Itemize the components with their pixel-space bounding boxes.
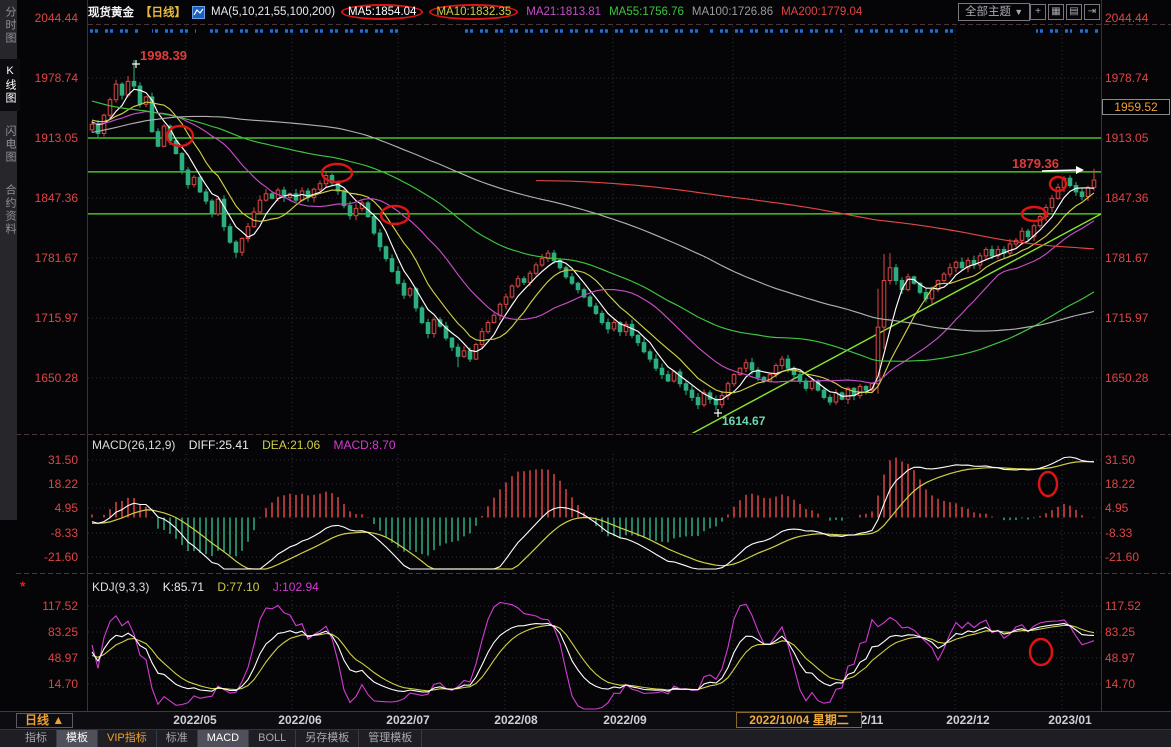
sidebar: 分时图 K线图闪电图合约资料 [0, 0, 17, 520]
macd-params: MACD(26,12,9) [92, 438, 175, 452]
high-label: 1998.39 [140, 48, 187, 63]
axis-label-left: -8.33 [14, 526, 78, 540]
x-axis-label: 2022/05 [165, 713, 225, 727]
axis-label-left: 1715.97 [14, 311, 78, 325]
axis-label-left: 4.95 [14, 501, 78, 515]
trading-app-window: 1998.39 1879.36 1614.67 分时图 K线图闪电图合约资料 现货黄金… [0, 0, 1171, 747]
kdj-pane-header[interactable]: KDJ(9,3,3) K:85.71 D:77.10 J:102.94 [92, 580, 329, 594]
indicator-tab-bar: 指标模板VIP指标标准MACDBOLL另存模板管理模板 [0, 729, 1171, 747]
axis-label-right: 83.25 [1105, 625, 1169, 639]
axis-label-left: 117.52 [14, 599, 78, 613]
axis-label-left: 1781.67 [14, 251, 78, 265]
bottom-tab-BOLL[interactable]: BOLL [249, 730, 296, 747]
gridlines [88, 26, 1101, 710]
recent-high-label: 1879.36 [1012, 156, 1059, 171]
axis-label-right: 31.50 [1105, 453, 1169, 467]
axis-label-left: 83.25 [14, 625, 78, 639]
bottom-tab-MACD[interactable]: MACD [198, 730, 249, 747]
kdj-d-value: D:77.10 [217, 580, 259, 594]
axis-label-right: 4.95 [1105, 501, 1169, 515]
ma-legend-item: MA5:1854.04 [341, 4, 423, 20]
axis-label-left: 14.70 [14, 677, 78, 691]
x-axis-label: 2022/07 [378, 713, 438, 727]
ma-legend-item: MA(5,10,21,55,100,200) [211, 6, 335, 18]
axis-label-right: 1847.36 [1105, 191, 1169, 205]
minimized-pane-dots[interactable] [90, 28, 1098, 34]
sidebar-tab-闪电图[interactable]: 闪电图 [0, 119, 20, 170]
macd-diff-value: DIFF:25.41 [189, 438, 249, 452]
sidebar-tab-K线图[interactable]: K线图 [0, 59, 20, 111]
axis-label-right: 1781.67 [1105, 251, 1169, 265]
axis-label-right: 14.70 [1105, 677, 1169, 691]
alert-marker-icon[interactable]: * [20, 578, 25, 594]
ma-legend-item: MA10:1832.35 [429, 4, 518, 20]
ma-legend-item: MA200:1779.04 [781, 6, 862, 18]
axis-label-right: 1978.74 [1105, 71, 1169, 85]
bottom-tab-VIP指标[interactable]: VIP指标 [98, 730, 157, 747]
macd-pane-header[interactable]: MACD(26,12,9) DIFF:25.41 DEA:21.06 MACD:… [92, 438, 406, 452]
x-axis-label: 2022/12 [938, 713, 998, 727]
ma-legend-item: MA55:1756.76 [609, 6, 684, 18]
axis-label-right: 1715.97 [1105, 311, 1169, 325]
axis-label-right: 48.97 [1105, 651, 1169, 665]
x-axis-label: 2023/01 [1040, 713, 1100, 727]
grid-scale-icon[interactable]: ▦ [1048, 4, 1064, 20]
theme-dropdown[interactable]: 全部主题 ▼ [958, 3, 1030, 21]
bottom-tab-模板[interactable]: 模板 [57, 730, 98, 747]
axis-label-left: 2044.44 [14, 11, 78, 25]
cursor-price-badge: 1959.52 [1102, 99, 1170, 115]
ma-legend-item: MA21:1813.81 [526, 6, 601, 18]
line-chart-icon [192, 6, 205, 19]
ma-legend-item: MA100:1726.86 [692, 6, 773, 18]
indicator-pane-icon[interactable]: ▤ [1066, 4, 1082, 20]
bottom-tab-管理模板[interactable]: 管理模板 [359, 730, 422, 747]
crosshair-icon[interactable]: + [1030, 4, 1046, 20]
symbol-title: 现货黄金 [88, 4, 134, 20]
kdj-params: KDJ(9,3,3) [92, 580, 149, 594]
chevron-down-icon: ▼ [1014, 7, 1023, 17]
theme-dropdown-label: 全部主题 [965, 6, 1011, 18]
candlestick-plot[interactable] [88, 60, 1101, 440]
axis-label-right: 2044.44 [1105, 11, 1169, 25]
x-axis-label: 2022/09 [595, 713, 655, 727]
x-axis-label: 2022/06 [270, 713, 330, 727]
axis-label-left: 1978.74 [14, 71, 78, 85]
x-axis-label: 2022/08 [486, 713, 546, 727]
macd-value: MACD:8.70 [333, 438, 395, 452]
kdj-plot[interactable] [92, 603, 1094, 710]
axis-label-left: 1650.28 [14, 371, 78, 385]
axis-label-left: 1847.36 [14, 191, 78, 205]
cursor-date-badge: 2022/10/04 星期二 [736, 712, 862, 728]
kdj-j-value: J:102.94 [273, 580, 319, 594]
sidebar-tab-分时图[interactable]: 分时图 [0, 0, 20, 51]
axis-label-right: 1913.05 [1105, 131, 1169, 145]
axis-label-right: -8.33 [1105, 526, 1169, 540]
axis-label-left: 1913.05 [14, 131, 78, 145]
axis-label-right: 117.52 [1105, 599, 1169, 613]
axis-label-right: 18.22 [1105, 477, 1169, 491]
axis-label-left: 48.97 [14, 651, 78, 665]
bottom-tab-标准[interactable]: 标准 [157, 730, 198, 747]
low-label: 1614.67 [722, 414, 766, 428]
axis-label-left: 31.50 [14, 453, 78, 467]
ma-legend: MA(5,10,21,55,100,200) MA5:1854.04 MA10:18… [211, 6, 870, 18]
bottom-tab-指标[interactable]: 指标 [16, 730, 57, 747]
period-selector[interactable]: 日线 ▲ [16, 713, 73, 728]
axis-label-right: 1650.28 [1105, 371, 1169, 385]
axis-label-left: -21.60 [14, 550, 78, 564]
interval-label: 【日线】 [140, 4, 186, 20]
axis-label-left: 18.22 [14, 477, 78, 491]
macd-dea-value: DEA:21.06 [262, 438, 320, 452]
axis-label-right: -21.60 [1105, 550, 1169, 564]
bottom-tab-另存模板[interactable]: 另存模板 [296, 730, 359, 747]
chart-canvas: 1998.39 1879.36 1614.67 [0, 0, 1171, 747]
macd-plot[interactable] [92, 457, 1094, 569]
chart-header: 现货黄金 【日线】 MA(5,10,21,55,100,200) MA5:1854… [88, 2, 954, 22]
hand-drawn-annotations: 1998.39 1879.36 1614.67 [132, 48, 1084, 665]
export-icon[interactable]: ⇥ [1084, 4, 1100, 20]
kdj-k-value: K:85.71 [163, 580, 204, 594]
sidebar-tab-合约资料[interactable]: 合约资料 [0, 178, 20, 242]
